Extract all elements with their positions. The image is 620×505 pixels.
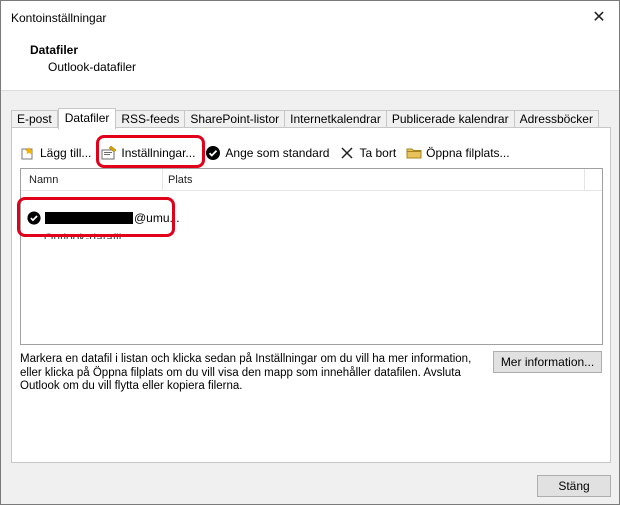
checkmark-circle-icon: [205, 145, 221, 161]
folder-icon: [406, 145, 422, 161]
open-file-location-label: Öppna filplats...: [426, 146, 510, 160]
add-file-icon: [20, 145, 36, 161]
open-file-location-button[interactable]: Öppna filplats...: [406, 143, 510, 163]
column-header-location[interactable]: Plats: [168, 169, 192, 191]
account-settings-window: Kontoinställningar ✕ Datafiler Outlook-d…: [0, 0, 620, 505]
list-header: Namn Plats: [21, 169, 602, 191]
column-divider[interactable]: [584, 169, 585, 191]
instructions-text: Markera en datafil i listan och klicka s…: [20, 353, 472, 392]
datafiler-panel: Lägg till... Inställningar... Ange som s…: [11, 127, 611, 463]
header-band: Datafiler Outlook-datafiler: [1, 33, 619, 91]
tab-datafiler[interactable]: Datafiler: [57, 108, 117, 129]
window-title: Kontoinställningar: [11, 11, 107, 25]
set-default-button-label: Ange som standard: [225, 146, 330, 160]
settings-button-label: Inställningar...: [121, 146, 196, 160]
title-bar: Kontoinställningar ✕: [1, 1, 619, 33]
list-item[interactable]: @umu...: [27, 211, 180, 225]
more-information-button[interactable]: Mer information...: [493, 351, 602, 373]
add-button-label: Lägg till...: [40, 146, 92, 160]
close-dialog-button[interactable]: Stäng: [537, 475, 611, 497]
toolbar: Lägg till... Inställningar... Ange som s…: [20, 143, 520, 163]
settings-button[interactable]: Inställningar...: [101, 143, 195, 163]
redacted-account-name: [45, 212, 133, 224]
tab-strip: E-post Datafiler RSS-feeds SharePoint-li…: [11, 108, 599, 129]
list-item-name: @umu...: [134, 211, 180, 225]
remove-button[interactable]: Ta bort: [339, 143, 396, 163]
page-subtitle: Outlook-datafiler: [48, 60, 137, 74]
remove-button-label: Ta bort: [359, 146, 397, 160]
close-x-icon: [339, 145, 355, 161]
close-icon[interactable]: ✕: [589, 7, 609, 27]
settings-icon: [101, 145, 117, 161]
page-title: Datafiler: [30, 43, 79, 57]
add-button[interactable]: Lägg till...: [20, 143, 91, 163]
data-files-list[interactable]: Namn Plats @umu... Outlook-datafil: [20, 168, 603, 345]
set-default-button[interactable]: Ange som standard: [205, 143, 329, 163]
column-divider[interactable]: [162, 169, 163, 191]
list-item-subtitle: Outlook-datafil: [44, 231, 122, 239]
column-header-name[interactable]: Namn: [29, 169, 58, 191]
default-checkmark-icon: [27, 211, 41, 225]
